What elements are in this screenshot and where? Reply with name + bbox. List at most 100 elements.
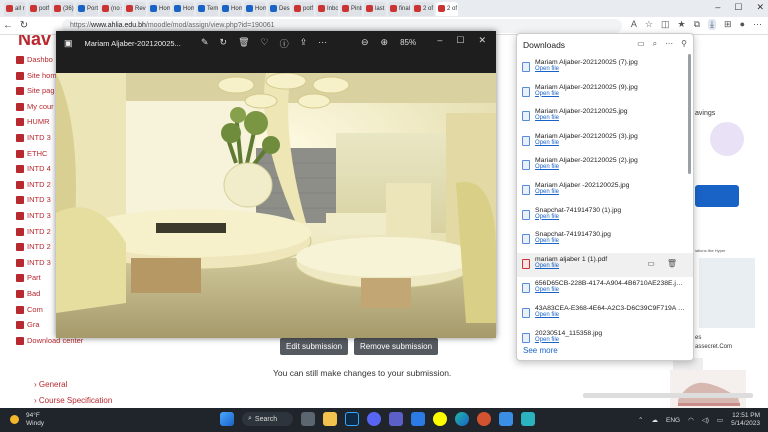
cloud-icon[interactable]: ☁ (651, 416, 658, 424)
browser-tab[interactable]: Hom (148, 1, 170, 16)
download-item[interactable]: Mariam Aljaber-202120025 (7).jpg Open fil… (517, 56, 693, 81)
open-file-link[interactable]: Open file (535, 66, 693, 72)
battery-icon[interactable]: ▭ (717, 416, 723, 424)
more-icon[interactable]: ⋯ (665, 39, 673, 49)
search-icon[interactable]: ⌕ (653, 39, 657, 49)
favorite-icon[interactable]: ☆ (645, 19, 653, 30)
more-icon[interactable]: ⋯ (318, 37, 327, 50)
info-icon[interactable]: ⓘ (280, 37, 289, 50)
open-file-link[interactable]: Open file (535, 189, 693, 195)
browser-tab[interactable]: Desi (268, 1, 290, 16)
share-icon[interactable]: ⇪ (300, 37, 308, 50)
open-file-link[interactable]: Open file (535, 91, 693, 97)
download-item[interactable]: Snapchat-741914730.jpg Open file (517, 228, 693, 253)
download-item[interactable]: Mariam Aljaber-202120025 (9).jpg Open fil… (517, 81, 693, 106)
weather-widget[interactable]: 94°F Windy (26, 412, 44, 428)
minimize-icon[interactable]: – (715, 2, 720, 13)
download-item[interactable]: 43A83CEA-E368-4E64-A2C3-D6C39C9F719A (1)… (517, 302, 693, 327)
edge-icon[interactable] (455, 412, 470, 426)
browser-tab[interactable]: (no s (100, 1, 122, 16)
open-file-link[interactable]: Open file (535, 214, 693, 220)
remove-submission-button[interactable]: Remove submission (354, 338, 439, 355)
browser-tab[interactable]: all r (4, 1, 26, 16)
delete-icon[interactable]: 🗑 (667, 259, 677, 268)
browser-tab[interactable]: Tem (196, 1, 218, 16)
open-file-link[interactable]: Open file (535, 115, 693, 121)
zoom-out-icon[interactable]: ⊖ (361, 37, 369, 48)
horizontal-scrollbar[interactable] (583, 393, 753, 398)
clock[interactable]: 12:51 PM 5/14/2023 (731, 412, 760, 428)
file-explorer-icon[interactable] (323, 412, 338, 426)
minimize-icon[interactable]: – (437, 35, 442, 46)
download-item[interactable]: Mariam Aljaber -202120025.jpg Open file (517, 179, 693, 204)
browser-tab[interactable]: potf (292, 1, 314, 16)
gallery-icon[interactable]: ▣ (64, 38, 73, 49)
profile-icon[interactable]: ● (740, 19, 745, 30)
teams-icon[interactable] (389, 412, 404, 426)
chevron-up-icon[interactable]: ⌃ (638, 416, 643, 424)
wifi-icon[interactable]: ◠ (688, 416, 694, 424)
maximize-icon[interactable]: ☐ (734, 2, 742, 13)
folder-icon[interactable]: ▭ (637, 39, 645, 49)
open-file-link[interactable]: Open file (535, 238, 693, 244)
download-item[interactable]: Snapchat-741914730 (1).jpg Open file (517, 204, 693, 229)
powerpoint-icon[interactable] (477, 412, 492, 426)
downloads-scrollbar[interactable] (688, 54, 691, 174)
browser-tab[interactable]: Hom (172, 1, 194, 16)
browser-tab[interactable]: Hom (244, 1, 266, 16)
close-icon[interactable]: ✕ (756, 2, 764, 13)
split-screen-icon[interactable]: ◫ (661, 19, 670, 30)
browser-tab[interactable]: (36) (52, 1, 74, 16)
downloads-icon[interactable]: ⤓ (708, 19, 717, 30)
open-file-link[interactable]: Open file (535, 287, 693, 293)
download-item[interactable]: Mariam Aljaber-202120025 (2).jpg Open fil… (517, 154, 693, 179)
collections-icon[interactable]: ⧉ (694, 19, 700, 30)
taskbar-search[interactable]: ⌕ Search (242, 412, 294, 426)
open-file-link[interactable]: Open file (535, 164, 693, 170)
heart-icon[interactable]: ♡ (261, 37, 269, 50)
delete-icon[interactable]: 🗑 (238, 37, 249, 50)
refresh-icon[interactable]: ↻ (16, 20, 32, 31)
edit-icon[interactable]: ✎ (201, 37, 209, 50)
extensions-icon[interactable]: ⊞ (724, 19, 732, 30)
maximize-icon[interactable]: ☐ (456, 35, 464, 46)
read-aloud-icon[interactable]: A (631, 19, 637, 30)
favorites-icon[interactable]: ★ (678, 19, 686, 30)
download-item[interactable]: 656D65CB-228B-4174-A904-4B6710AE238E.jpe… (517, 277, 693, 302)
snapchat-icon[interactable] (433, 412, 448, 426)
browser-tab[interactable]: potf (28, 1, 50, 16)
browser-tab[interactable]: Hom (220, 1, 242, 16)
more-icon[interactable]: ⋯ (753, 19, 762, 30)
edit-submission-button[interactable]: Edit submission (280, 338, 349, 355)
browser-tab[interactable]: 2 of (412, 1, 434, 16)
zoom-in-icon[interactable]: ⊕ (381, 37, 389, 48)
task-view-icon[interactable] (301, 412, 316, 426)
open-file-link[interactable]: Open file (535, 337, 693, 343)
course-section-link[interactable]: › General (34, 380, 112, 396)
discord-icon[interactable] (367, 412, 382, 426)
start-icon[interactable] (220, 412, 234, 426)
show-in-folder-icon[interactable]: ▭ (647, 259, 655, 268)
browser-tab[interactable]: Port (76, 1, 98, 16)
language-indicator[interactable]: ENG (666, 417, 680, 424)
volume-icon[interactable]: ◁) (702, 416, 709, 424)
pin-icon[interactable]: ⚲ (681, 39, 687, 49)
browser-tab[interactable]: last (364, 1, 386, 16)
browser-tab[interactable]: 2 of (436, 1, 458, 16)
weather-icon[interactable] (10, 415, 19, 424)
back-icon[interactable]: ← (0, 20, 16, 31)
browser-tab[interactable]: Pintr (340, 1, 362, 16)
download-item[interactable]: Mariam Aljaber-202120025.jpg Open file (517, 105, 693, 130)
download-item[interactable]: Mariam Aljaber-202120025 (3).jpg Open fil… (517, 130, 693, 155)
course-section-link[interactable]: › Course Specification (34, 396, 112, 409)
open-file-link[interactable]: Open file (535, 312, 693, 318)
side-nav-item[interactable]: Download center (16, 336, 83, 352)
open-file-link[interactable]: Open file (535, 140, 693, 146)
snipping-icon[interactable] (521, 412, 536, 426)
browser-tab[interactable]: final (388, 1, 410, 16)
photoshop-icon[interactable] (345, 412, 360, 426)
store-icon[interactable] (411, 412, 426, 426)
download-item[interactable]: mariam aljaber 1 (1).pdf Open file ▭ 🗑 (517, 252, 693, 278)
photos-icon[interactable] (499, 412, 514, 426)
ad-button[interactable] (695, 185, 739, 207)
